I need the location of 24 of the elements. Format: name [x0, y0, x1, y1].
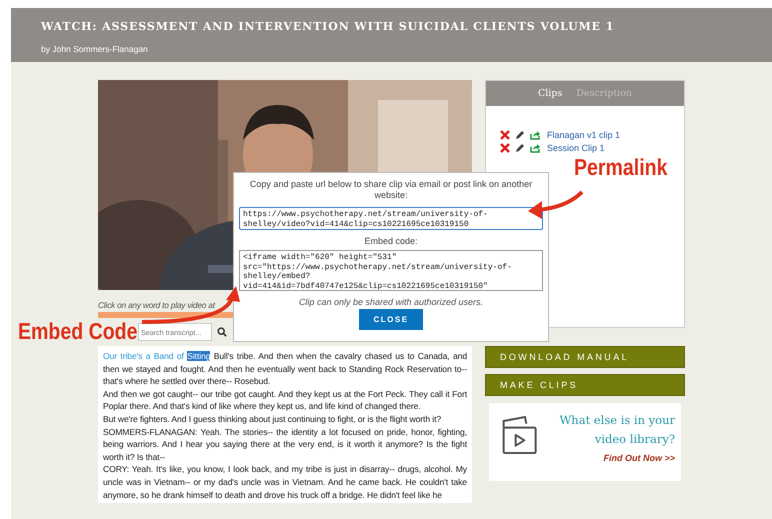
transcript-paragraph[interactable]: But we're fighters. And I guess thinking about just continuing to fight, or is the flight worth it?: [103, 412, 467, 426]
transcript-paragraph[interactable]: CORY: Yeah. It's like, you know, I look back, and my tribe is just in disarray-- drugs, alcohol. My uncle was in Vietnam-- or my dad's uncle was in Vietnam. And he came back. He couldn't take anymore, so he drank himself to death and drove his truck off a bridge. He didn't feel like he: [103, 463, 467, 502]
find-out-link[interactable]: Find Out Now >>: [604, 453, 675, 463]
page-title: WATCH: ASSESSMENT AND INTERVENTION WITH SUICIDAL CLIENTS VOLUME 1: [41, 20, 616, 33]
permalink-field[interactable]: https://www.psychotherapy.net/stream/university-of-shelley/video?vid=414&clip=cs10221695ce10319150: [239, 207, 543, 230]
dialog-note: Clip can only be shared with authorized users.: [298, 297, 484, 307]
transcript-hint: Click on any word to play video at: [98, 300, 215, 310]
promo-heading: What else is in your video library?: [558, 412, 675, 448]
transcript-paragraph[interactable]: SOMMERS-FLANAGAN: Yeah. The stories-- the identity a lot focused on pride, honor, fighting, being warriors. And I hear you saying there at the very end, is it worth it anymore? Is the fight worth it? Is that--: [103, 426, 467, 464]
promo-card[interactable]: What else is in your video library? Find Out Now >>: [489, 403, 681, 481]
action-button[interactable]: MAKE CLIPS: [485, 374, 685, 396]
author-byline: by John Sommers-Flanagan: [41, 44, 149, 54]
annotation-label: Embed Code: [18, 318, 138, 345]
dialog-instruction: Copy and paste url below to share clip via email or post link on another website:: [248, 179, 534, 201]
clip-link[interactable]: Session Clip 1: [547, 142, 605, 152]
tab[interactable]: Clips: [538, 86, 562, 101]
close-button[interactable]: CLOSE: [359, 309, 423, 330]
clip-link[interactable]: Flanagan v1 clip 1: [547, 130, 620, 140]
annotation-label: Permalink: [574, 154, 668, 181]
action-button[interactable]: DOWNLOAD MANUAL: [485, 346, 685, 368]
transcript-paragraph[interactable]: Our tribe's a Band of Sitting Bull's tribe. And then when the cavalry chased us to Canada, and then we stayed and fought. And then he eventually went back to Standing Rock Reservation to-- that's where he settled over there-- Rosebud.: [103, 350, 467, 388]
embed-label: Embed code:: [364, 236, 418, 246]
embed-code-field[interactable]: <iframe width="620" height="531" src="https://www.psychotherapy.net/stream/university-of-shelley/embed?vid=414&id=7bdf40747e125&clip=cs10221695ce10319150": [239, 250, 543, 291]
transcript-paragraph[interactable]: And then we got caught-- our tribe got caught. And they kept us at the Fort Peck. They call it Fort Poplar there. And that's kind of like where they kept us, and life kind of changed there.: [103, 388, 467, 413]
